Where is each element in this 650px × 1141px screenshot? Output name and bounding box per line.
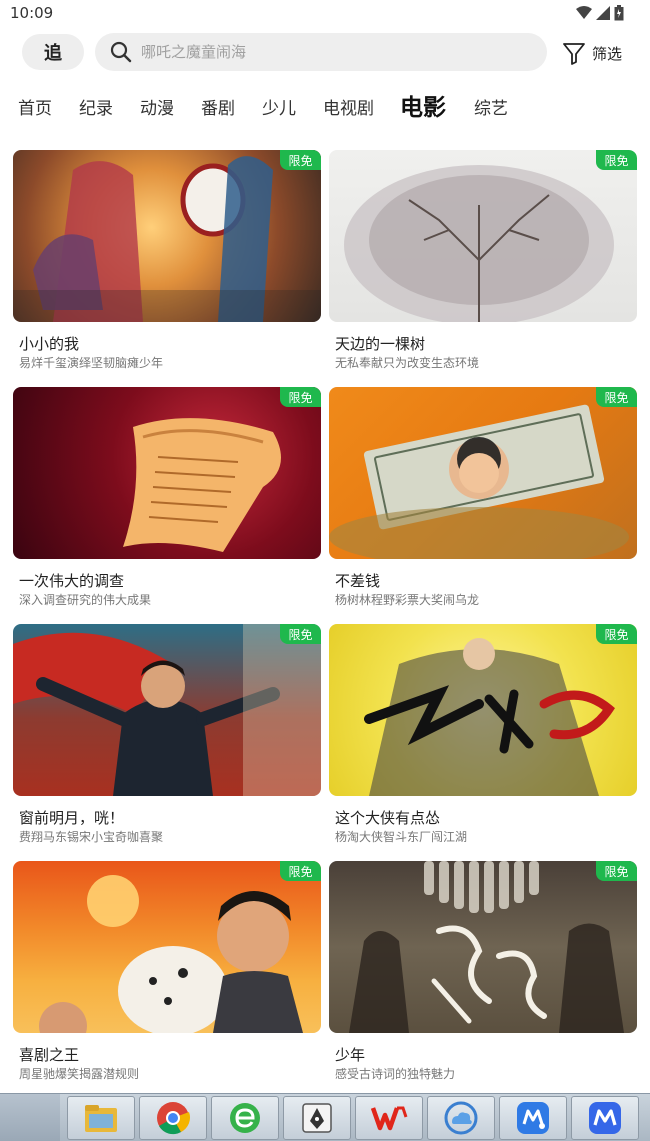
search-box[interactable] (95, 33, 547, 71)
chrome-icon[interactable] (139, 1096, 207, 1140)
file-manager-icon[interactable] (67, 1096, 135, 1140)
chrome-logo-icon (157, 1102, 191, 1135)
filter-label: 筛选 (592, 44, 623, 63)
movie-subtitle: 无私奉献只为改变生态环境 (335, 356, 480, 370)
memo-app-icon (589, 1102, 621, 1134)
movie-subtitle: 易烊千玺演绎坚韧脑瘫少年 (19, 356, 164, 370)
meeting-icon[interactable] (499, 1096, 567, 1140)
free-badge: 限免 (280, 150, 321, 170)
wps-logo-icon (370, 1106, 408, 1131)
movie-title: 少年 (335, 1046, 366, 1064)
status-bar: 10:09 (0, 0, 650, 28)
e-browser-logo-icon (230, 1103, 260, 1133)
movie-card[interactable]: 限免 一次伟大的调查 深入调查研究的伟大成果 (13, 387, 321, 613)
poster-art (329, 404, 629, 559)
free-badge: 限免 (280, 624, 321, 644)
search-row: 追 筛选 (0, 30, 650, 76)
movie-card[interactable]: 限免 喜剧之王 周星驰爆笑揭露潜规则 (13, 861, 321, 1087)
movie-poster[interactable]: 限免 (13, 861, 321, 1033)
filter-button[interactable]: 筛选 (562, 38, 622, 68)
free-badge: 限免 (596, 387, 637, 407)
battery-icon (614, 5, 624, 21)
poster-art (39, 875, 303, 1033)
movie-card[interactable]: 限免 少年 感受古诗词的独特魅力 (329, 861, 637, 1087)
movie-subtitle: 杨淘大侠智斗东厂闯江湖 (335, 830, 468, 844)
free-badge: 限免 (280, 861, 321, 881)
movie-card[interactable]: 限免 窗前明月，咣！ 费翔马东锡宋小宝奇咖喜聚 (13, 624, 321, 850)
movie-poster[interactable]: 限免 (329, 150, 637, 322)
movie-title: 喜剧之王 (19, 1046, 80, 1064)
category-tabs: 首页 纪录 动漫 番剧 少儿 电视剧 电影 综艺 (0, 86, 650, 128)
movie-poster[interactable]: 限免 (13, 624, 321, 796)
movie-card[interactable]: 限免 这个大侠有点怂 杨淘大侠智斗东厂闯江湖 (329, 624, 637, 850)
tab-documentary[interactable]: 纪录 (79, 94, 113, 119)
folder-icon (85, 1105, 117, 1132)
movie-subtitle: 杨树林程野彩票大奖闹乌龙 (335, 593, 480, 607)
wifi-icon (576, 6, 592, 19)
movie-subtitle: 深入调查研究的伟大成果 (19, 593, 152, 607)
chase-button[interactable]: 追 (22, 34, 84, 70)
movie-poster[interactable]: 限免 (329, 624, 637, 796)
poster-art (13, 156, 321, 322)
poster-art (349, 861, 624, 1033)
tab-bangumi[interactable]: 番剧 (201, 94, 235, 119)
cloud-app-icon (444, 1101, 478, 1135)
tab-tv-series[interactable]: 电视剧 (323, 94, 374, 119)
meeting-app-icon (517, 1102, 549, 1134)
tab-anime[interactable]: 动漫 (140, 94, 174, 119)
taskbar (0, 1093, 650, 1141)
poster-art (123, 418, 281, 552)
tab-movie[interactable]: 电影 (400, 88, 446, 122)
movie-card[interactable]: 限免 天边的一棵树 无私奉献只为改变生态环境 (329, 150, 637, 376)
tab-home[interactable]: 首页 (18, 94, 52, 119)
taskbar-start-area (0, 1094, 60, 1141)
tab-variety[interactable]: 综艺 (474, 94, 508, 119)
free-badge: 限免 (596, 861, 637, 881)
cloud-icon[interactable] (427, 1096, 495, 1140)
movie-title: 小小的我 (19, 335, 80, 353)
pen-tool-icon[interactable] (283, 1096, 351, 1140)
movie-subtitle: 感受古诗词的独特魅力 (335, 1067, 456, 1081)
status-icons (576, 5, 624, 21)
free-badge: 限免 (596, 150, 637, 170)
status-time: 10:09 (10, 4, 54, 22)
movie-poster[interactable]: 限免 (13, 150, 321, 322)
pen-nib-icon (302, 1103, 332, 1133)
filter-icon (563, 43, 585, 65)
search-input[interactable] (141, 43, 521, 61)
movie-poster[interactable]: 限免 (13, 387, 321, 559)
browser-e-icon[interactable] (211, 1096, 279, 1140)
movie-title: 天边的一棵树 (335, 335, 426, 353)
search-icon (110, 41, 132, 63)
tab-kids[interactable]: 少儿 (262, 94, 296, 119)
movie-title: 一次伟大的调查 (19, 572, 125, 590)
movie-title: 这个大侠有点怂 (335, 809, 441, 827)
memo-icon[interactable] (571, 1096, 639, 1140)
movie-card[interactable]: 限免 小小的我 易烊千玺演绎坚韧脑瘫少年 (13, 150, 321, 376)
free-badge: 限免 (280, 387, 321, 407)
signal-icon (596, 6, 610, 20)
free-badge: 限免 (596, 624, 637, 644)
movie-subtitle: 周星驰爆笑揭露潜规则 (19, 1067, 140, 1081)
movie-subtitle: 费翔马东锡宋小宝奇咖喜聚 (19, 830, 164, 844)
poster-art (13, 624, 321, 796)
poster-art (364, 638, 615, 796)
movie-poster[interactable]: 限免 (329, 861, 637, 1033)
movie-poster[interactable]: 限免 (329, 387, 637, 559)
movie-title: 不差钱 (335, 572, 381, 590)
movie-card[interactable]: 限免 不差钱 杨树林程野彩票大奖闹乌龙 (329, 387, 637, 613)
wps-icon[interactable] (355, 1096, 423, 1140)
poster-art (344, 165, 614, 322)
movie-title: 窗前明月，咣！ (19, 809, 125, 827)
